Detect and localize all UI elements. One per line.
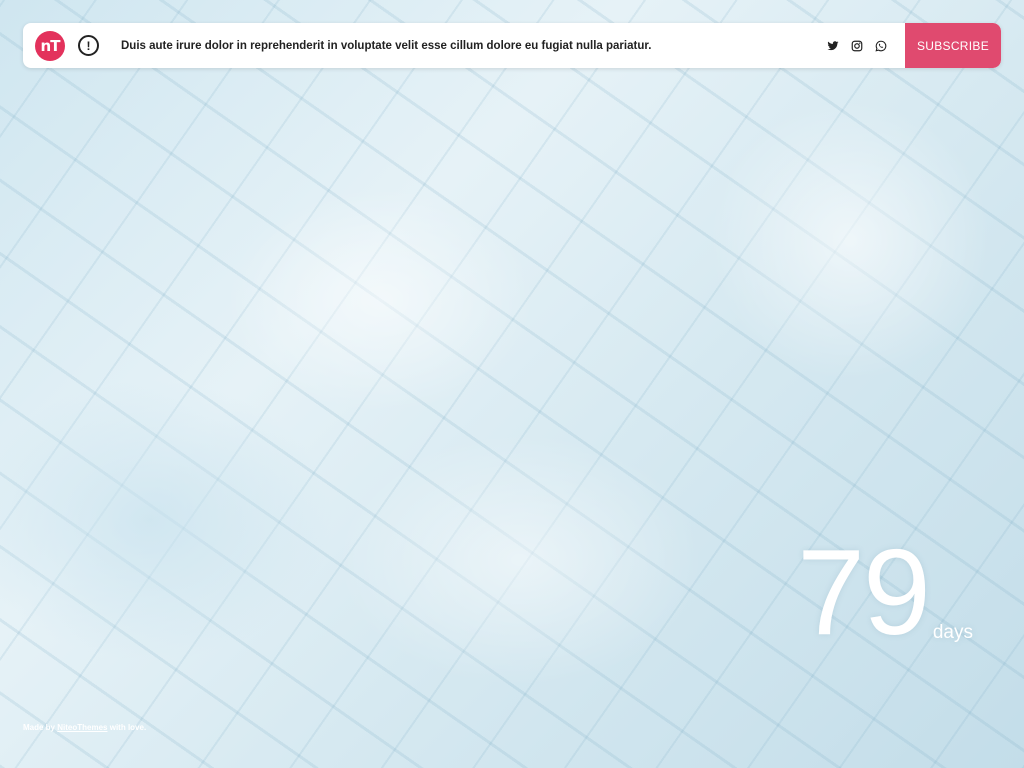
instagram-icon[interactable] — [851, 40, 863, 52]
announcement-message: Duis aute irure dolor in reprehenderit i… — [121, 39, 652, 52]
subscribe-button[interactable]: SUBSCRIBE — [905, 23, 1001, 68]
footer-suffix: with love. — [109, 723, 147, 732]
brand-logo[interactable]: nT — [35, 30, 65, 61]
footer-prefix: Made by — [23, 723, 56, 732]
countdown: 79 days — [797, 524, 973, 660]
countdown-unit: days — [932, 622, 973, 643]
twitter-icon[interactable] — [827, 40, 839, 52]
logo-text: nT — [40, 36, 61, 55]
countdown-value: 79 — [797, 524, 931, 660]
footer-credit: Made by NiteoThemes with love. — [23, 723, 146, 732]
footer-link[interactable]: NiteoThemes — [57, 723, 107, 732]
top-bar: nT ! Duis aute irure dolor in reprehende… — [23, 23, 1001, 68]
social-links — [827, 40, 887, 52]
whatsapp-icon[interactable] — [875, 40, 887, 52]
alert-icon: ! — [78, 35, 99, 56]
